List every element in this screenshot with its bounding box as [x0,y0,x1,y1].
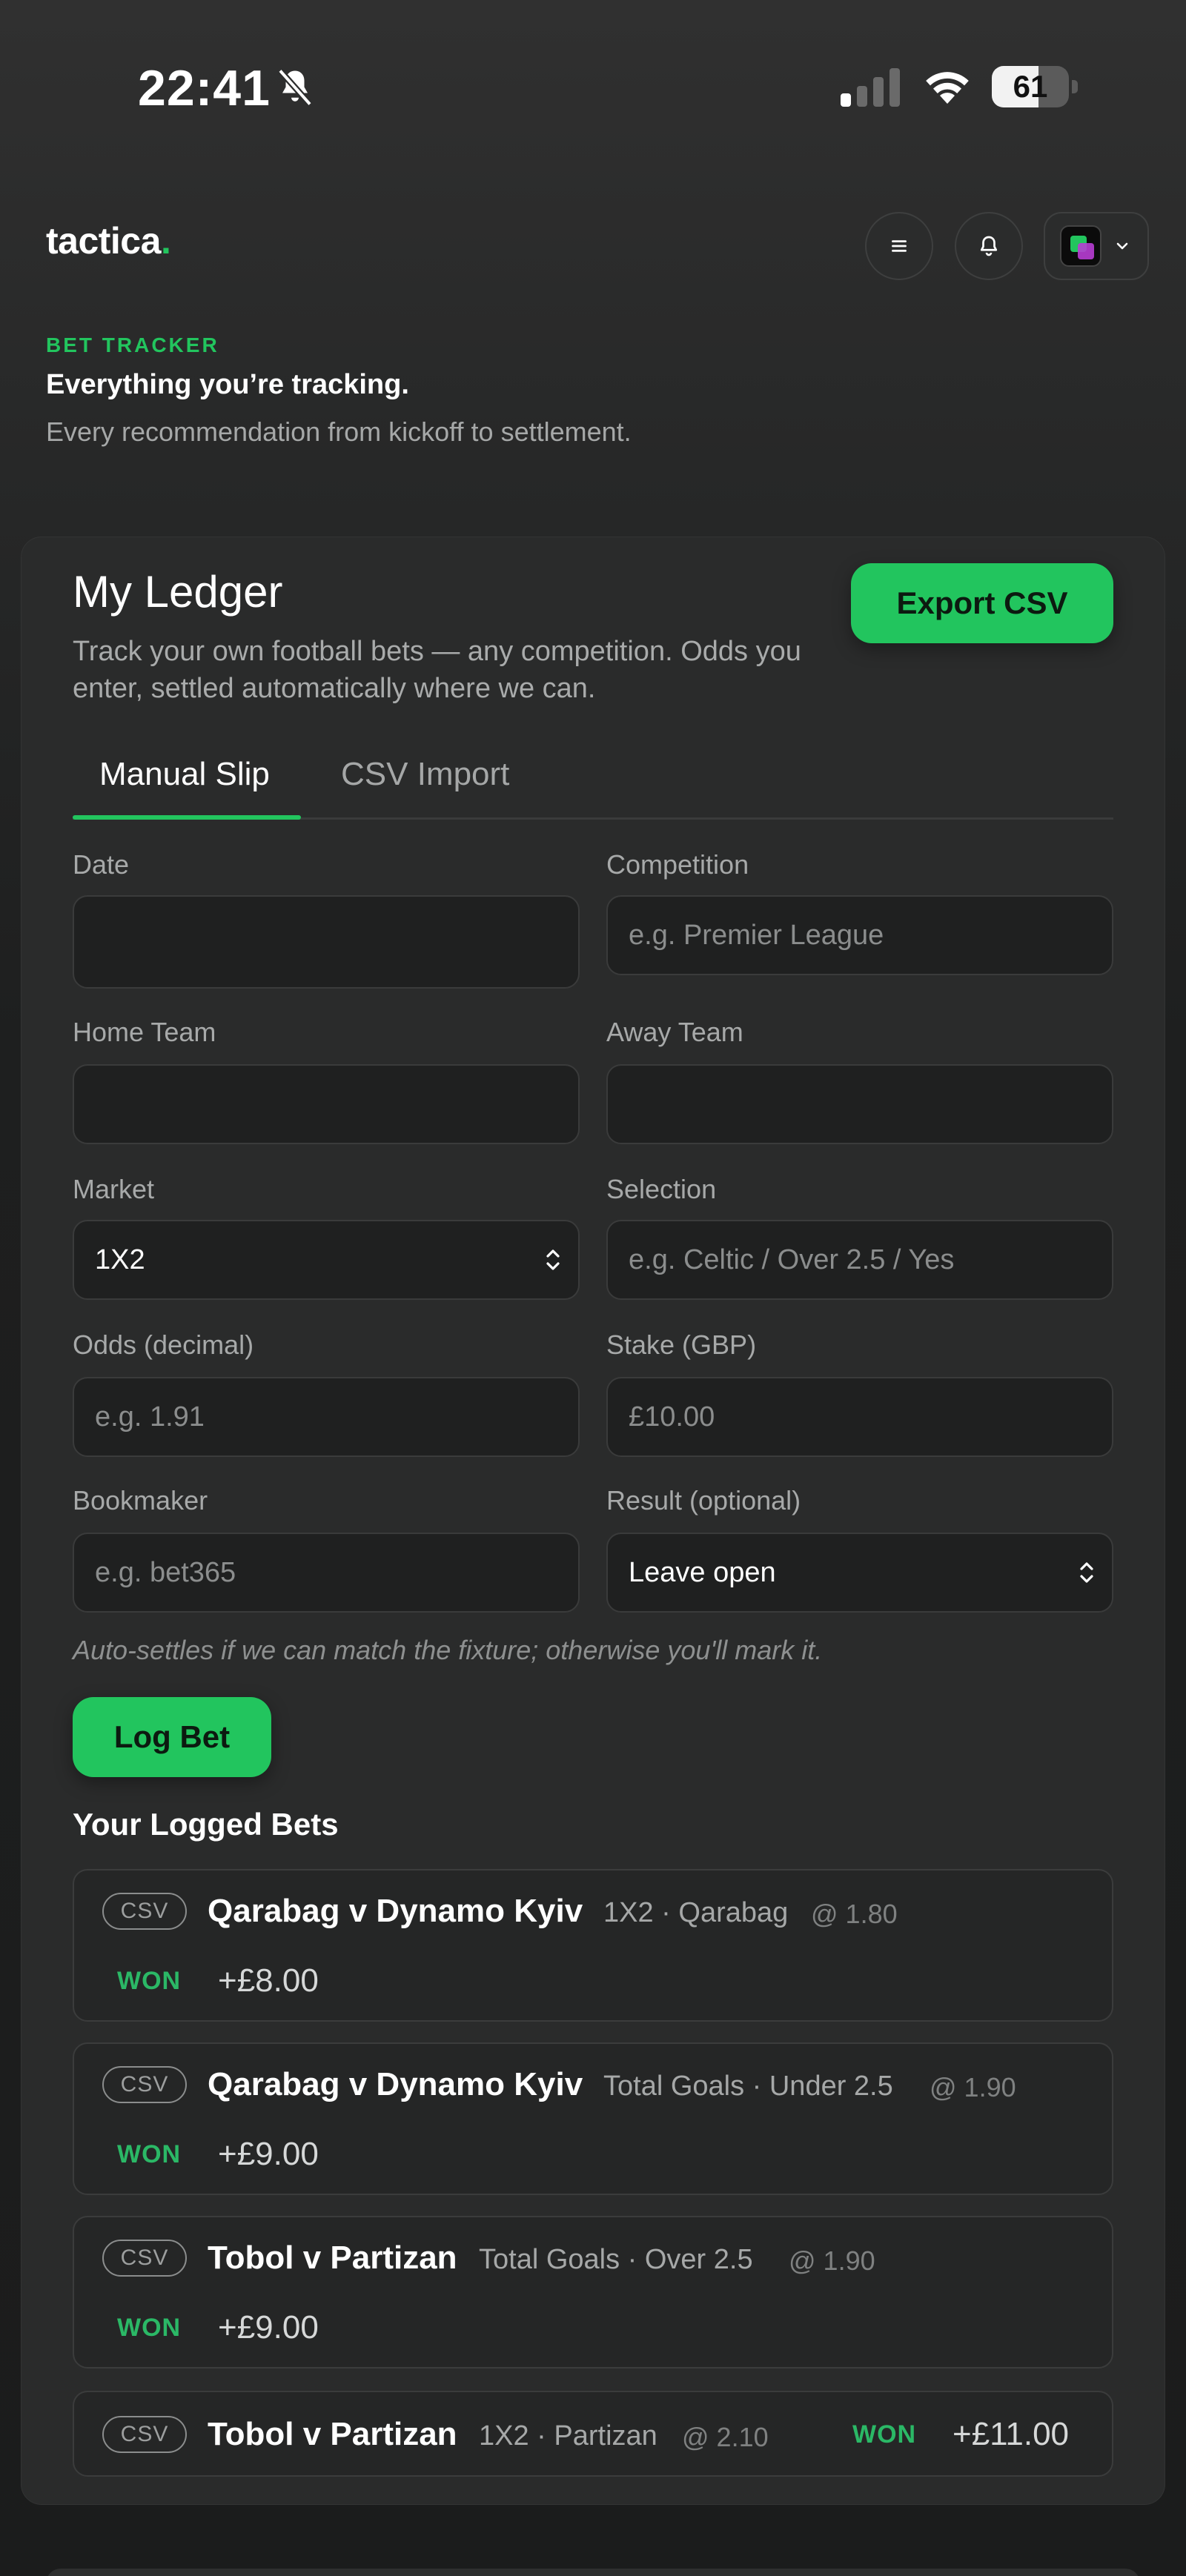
selection-placeholder: e.g. Celtic / Over 2.5 / Yes [629,1244,955,1275]
date-label: Date [73,849,130,880]
tab-csv-import[interactable]: CSV Import [341,756,509,820]
source-badge: CSV [102,1893,187,1930]
market-select[interactable]: 1X2 [73,1220,580,1300]
bet-market-selection: Total Goals · Under 2.5 [603,2071,893,2102]
bet-card[interactable]: CSV Qarabag v Dynamo Kyiv Total Goals · … [73,2042,1113,2195]
ledger-card [21,537,1165,2505]
battery-indicator: 61 [992,66,1078,107]
status-time: 22:41 [138,60,271,116]
logged-bets-heading: Your Logged Bets [73,1807,339,1842]
bet-market-selection: Total Goals · Over 2.5 [479,2244,753,2275]
date-field[interactable] [73,895,580,989]
bet-market-selection: 1X2 · Partizan [479,2420,657,2451]
competition-input[interactable]: e.g. Premier League [606,895,1113,975]
battery-level: 61 [1013,69,1048,104]
ledger-title: My Ledger [73,567,283,617]
away-team-label: Away Team [606,1017,743,1047]
stake-label: Stake (GBP) [606,1330,757,1360]
bet-card[interactable]: CSV Tobol v Partizan Total Goals · Over … [73,2216,1113,2368]
competition-placeholder: e.g. Premier League [629,919,884,951]
tab-manual-slip[interactable]: Manual Slip [99,756,270,820]
notifications-button[interactable] [955,212,1023,280]
bet-pnl: +£8.00 [218,1962,319,1999]
bet-result-badge: WON [117,2314,182,2342]
cellular-signal-icon [841,68,900,107]
selection-label: Selection [606,1174,717,1204]
menu-button[interactable] [865,212,933,280]
wifi-icon [926,72,969,104]
competition-label: Competition [606,849,749,880]
bookmaker-input[interactable]: e.g. bet365 [73,1533,580,1613]
hamburger-menu-icon [892,240,907,252]
ledger-tabs: Manual Slip CSV Import [73,747,1113,820]
ledger-description: Track your own football bets — any compe… [73,636,801,704]
bet-card[interactable]: CSV Qarabag v Dynamo Kyiv 1X2 · Qarabag … [73,1869,1113,2022]
home-team-label: Home Team [73,1017,216,1047]
result-value: Leave open [629,1556,776,1588]
bell-icon [980,236,998,256]
bet-pnl: +£9.00 [218,2136,319,2172]
select-arrows-icon [546,1249,560,1270]
bookmaker-label: Bookmaker [73,1485,208,1516]
bet-odds: @ 1.90 [789,2245,875,2276]
bet-result-badge: WON [117,2140,182,2168]
select-arrows-icon [1080,1562,1093,1583]
bet-result-badge: WON [852,2420,917,2449]
active-tab-indicator [73,815,301,820]
bet-card[interactable]: CSV Tobol v Partizan 1X2 · Partizan @ 2.… [73,2391,1113,2477]
odds-label: Odds (decimal) [73,1330,254,1360]
result-label: Result (optional) [606,1485,801,1516]
export-csv-button[interactable]: Export CSV [851,563,1113,643]
bookmaker-placeholder: e.g. bet365 [95,1556,236,1588]
section-eyebrow: BET TRACKER [46,333,219,356]
odds-placeholder: e.g. 1.91 [95,1401,205,1433]
source-badge: CSV [102,2066,187,2103]
bet-pnl: +£11.00 [953,2416,1070,2452]
avatar-icon [1060,225,1101,267]
bet-market-selection: 1X2 · Qarabag [603,1897,789,1928]
bet-pnl: +£9.00 [218,2309,319,2346]
stake-placeholder: £10.00 [629,1401,715,1433]
log-bet-button[interactable]: Log Bet [73,1697,271,1777]
odds-input[interactable]: e.g. 1.91 [73,1377,580,1457]
market-label: Market [73,1174,155,1204]
page-subtitle: Every recommendation from kickoff to set… [46,416,632,447]
bet-odds: @ 1.90 [930,2072,1016,2102]
source-badge: CSV [102,2240,187,2277]
market-value: 1X2 [95,1244,145,1275]
page-title: Everything you’re tracking. [46,369,409,400]
stake-input[interactable]: £10.00 [606,1377,1113,1457]
bet-match: Qarabag v Dynamo Kyiv [208,2066,583,2102]
selection-input[interactable]: e.g. Celtic / Over 2.5 / Yes [606,1220,1113,1300]
next-section-edge [46,2569,1140,2576]
home-team-input[interactable] [73,1064,580,1144]
status-bar: 22:41 61 [0,0,1186,170]
bet-odds: @ 2.10 [682,2422,769,2452]
away-team-input[interactable] [606,1064,1113,1144]
source-badge: CSV [102,2416,187,2453]
bet-match: Qarabag v Dynamo Kyiv [208,1893,583,1929]
bet-match: Tobol v Partizan [208,2240,457,2276]
app-logo[interactable]: tactica. [46,219,171,262]
account-switcher[interactable] [1044,212,1149,280]
bet-result-badge: WON [117,1967,182,1995]
bet-odds: @ 1.80 [811,1899,898,1929]
bell-slash-icon [277,68,313,107]
chevron-down-icon [1116,242,1128,250]
result-select[interactable]: Leave open [606,1533,1113,1613]
auto-settle-hint: Auto-settles if we can match the fixture… [73,1635,823,1665]
bet-match: Tobol v Partizan [208,2416,457,2452]
